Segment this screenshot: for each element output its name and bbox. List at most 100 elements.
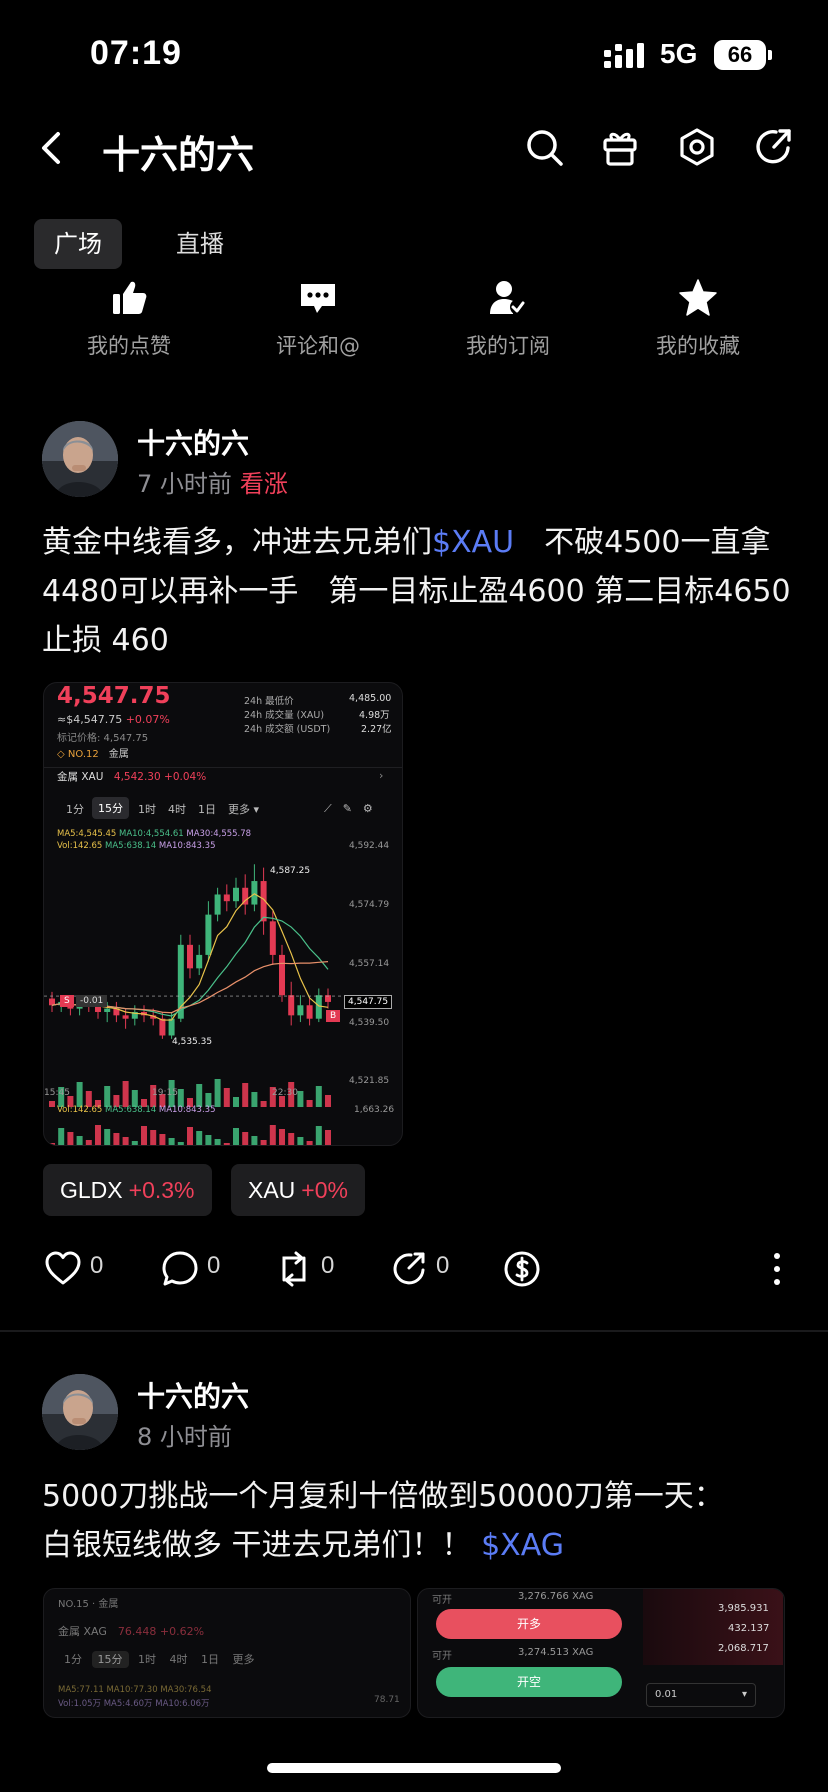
post-time: 7 小时前 xyxy=(137,470,232,498)
volume-bar xyxy=(76,1082,83,1107)
stat-label: 24h 成交额 (USDT) xyxy=(244,724,331,735)
thumb-intervals: 1分 15分 1时 4时 1日 更多 xyxy=(64,1651,255,1668)
volume-bar xyxy=(49,1101,55,1107)
candle-body xyxy=(205,914,212,955)
volume-bar xyxy=(196,1084,203,1107)
post-chart-image[interactable]: 4,547.75 ≈$4,547.75 +0.07% 标记价格: 4,547.7… xyxy=(43,682,403,1146)
candle-body xyxy=(104,1008,111,1012)
chart-price: 4,547.75 xyxy=(57,683,171,709)
volume-bar xyxy=(279,1129,285,1145)
candle-body xyxy=(288,995,295,1016)
comment-button[interactable]: 0 xyxy=(161,1244,231,1290)
candle-body xyxy=(279,954,285,996)
volume-bar xyxy=(104,1086,111,1107)
volume-bar xyxy=(122,1137,129,1145)
avatar[interactable] xyxy=(42,421,118,497)
interval-option: 4时 xyxy=(168,803,186,816)
stat-value: 2.27亿 xyxy=(361,724,392,735)
open-long-button: 开多 xyxy=(436,1609,622,1639)
avail-value: 3,276.766 XAG xyxy=(518,1591,594,1602)
share-button[interactable]: 0 xyxy=(390,1244,460,1290)
cashtag-link[interactable]: $XAG xyxy=(481,1528,564,1563)
quick-link-label: 评论和@ xyxy=(276,334,360,358)
volume-bar xyxy=(297,1091,304,1107)
quick-link-label: 我的收藏 xyxy=(656,334,740,358)
interval-option: 1时 xyxy=(138,803,156,816)
settings-icon[interactable] xyxy=(677,127,717,167)
quick-link-likes[interactable]: 我的点赞 xyxy=(54,278,204,360)
post-text: 5000刀挑战一个月复利十倍做到50000刀第一天： xyxy=(42,1479,724,1514)
volume-bar xyxy=(251,1092,258,1107)
ticker-chip-xau[interactable]: XAU +0% xyxy=(231,1164,365,1216)
chart-divider xyxy=(44,767,402,768)
back-arrow-icon[interactable] xyxy=(36,128,66,168)
comment-icon xyxy=(301,284,335,313)
volume-bar xyxy=(131,1141,138,1145)
author-name[interactable]: 十六的六 xyxy=(137,1375,249,1415)
home-indicator xyxy=(267,1763,561,1773)
post-image-trade[interactable]: 可开 3,276.766 XAG 开多 可开 3,274.513 XAG 开空 … xyxy=(417,1588,785,1718)
candle-body xyxy=(223,894,230,902)
last-price-label: 4,547.75 xyxy=(344,995,393,1009)
volume-bar xyxy=(306,1100,313,1107)
y-tick: 4,557.14 xyxy=(349,959,390,969)
volume-bar xyxy=(49,1143,55,1145)
marker-value: -0.01 xyxy=(76,995,108,1007)
heart-icon xyxy=(45,1251,81,1285)
post-image-chart[interactable]: NO.15 · 金属 金属 XAG 76.448 +0.62% 1分 15分 1… xyxy=(43,1588,411,1718)
more-button[interactable] xyxy=(758,1244,788,1290)
stat-label: 24h 最低价 xyxy=(244,696,294,707)
volume-bar xyxy=(76,1136,83,1145)
stat-value: 4.98万 xyxy=(359,710,390,721)
high-label: 4,587.25 xyxy=(270,866,311,876)
cashtag-link[interactable]: $XAU xyxy=(432,525,514,560)
tip-button[interactable] xyxy=(503,1244,543,1290)
stat-value: 4,485.00 xyxy=(349,693,392,704)
quick-link-favorites[interactable]: 我的收藏 xyxy=(623,278,773,360)
y-tick: 4,592.44 xyxy=(349,841,390,851)
chart-sub-price: ≈$4,547.75 +0.07% xyxy=(57,713,170,726)
volume-bar xyxy=(141,1126,147,1145)
volume-bar xyxy=(85,1140,92,1145)
volume-bar xyxy=(67,1132,74,1145)
volume-bar xyxy=(113,1133,120,1145)
interval-option: 1分 xyxy=(66,803,84,816)
author-name[interactable]: 十六的六 xyxy=(137,422,249,462)
status-time: 07:19 xyxy=(90,34,182,72)
candle-body xyxy=(306,1005,313,1019)
gift-icon[interactable] xyxy=(600,127,640,167)
volume-bar xyxy=(104,1129,111,1145)
volume-bar xyxy=(168,1138,175,1145)
network-type: 5G xyxy=(660,38,698,69)
dollar-coin-icon xyxy=(504,1251,540,1287)
ticker-chip-gldx[interactable]: GLDX +0.3% xyxy=(43,1164,212,1216)
repost-icon xyxy=(282,1251,306,1287)
vol-legend: Vol:142.65 MA5:638.14 MA10:843.35 xyxy=(57,1105,216,1115)
post-body: 5000刀挑战一个月复利十倍做到50000刀第一天： 白银短线做多 干进去兄弟们… xyxy=(42,1472,792,1570)
battery-cap xyxy=(768,50,772,60)
x-tick: 19:15 xyxy=(152,1088,178,1098)
volume-bar xyxy=(150,1130,157,1145)
repost-button[interactable]: 0 xyxy=(275,1244,345,1290)
y-tick: 4,539.50 xyxy=(349,1018,390,1028)
quick-link-subscriptions[interactable]: 我的订阅 xyxy=(433,278,583,360)
battery-level: 66 xyxy=(714,40,766,70)
comment-count: 0 xyxy=(207,1252,221,1279)
post-body: 黄金中线看多，冲进去兄弟们$XAU 不破4500一直拿 4480可以再补一手 第… xyxy=(42,518,821,665)
avail-label: 可开 xyxy=(432,1651,452,1662)
volume-bar xyxy=(325,1130,331,1145)
quick-link-comments[interactable]: 评论和@ xyxy=(243,278,393,360)
share-icon[interactable] xyxy=(754,127,794,167)
volume-bar xyxy=(177,1142,184,1145)
tab-plaza[interactable]: 广场 xyxy=(34,219,122,269)
like-button[interactable]: 0 xyxy=(44,1244,114,1290)
search-icon[interactable] xyxy=(524,127,564,167)
share-count: 0 xyxy=(436,1252,450,1279)
candle-body xyxy=(196,954,203,969)
tab-live[interactable]: 直播 xyxy=(156,219,244,269)
y-tick: 4,521.85 xyxy=(349,1076,390,1086)
subscribe-icon xyxy=(490,281,526,315)
avatar[interactable] xyxy=(42,1374,118,1450)
orderbook-value: 2,068.717 xyxy=(718,1643,769,1654)
volume-bar xyxy=(297,1137,304,1145)
